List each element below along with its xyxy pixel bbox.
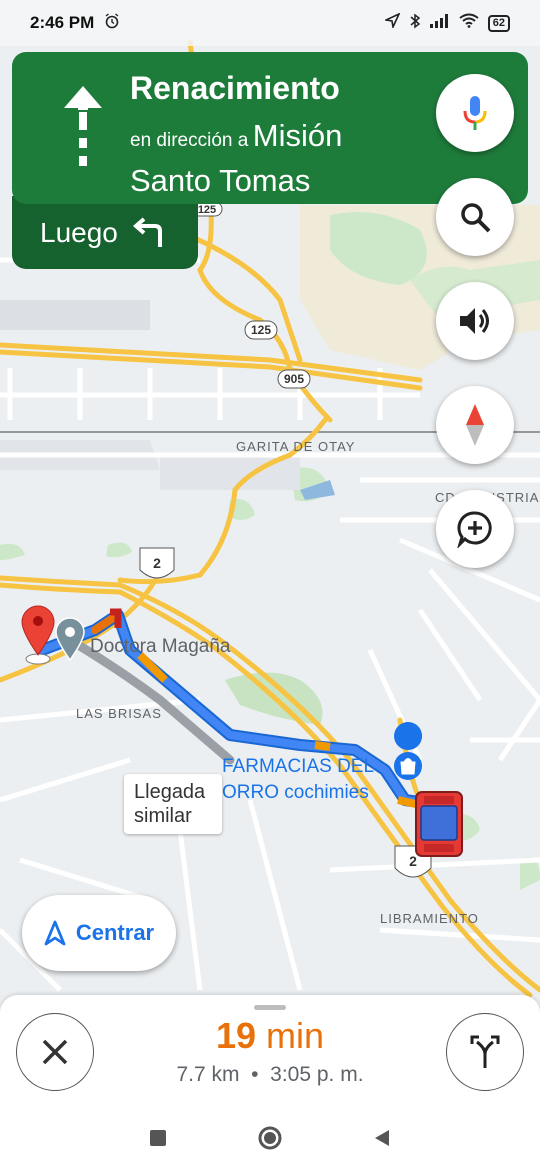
compass-icon [466, 404, 484, 446]
search-icon [461, 203, 491, 233]
then-label: Luego [40, 216, 118, 248]
back-icon[interactable] [373, 1128, 391, 1148]
sheet-drag-handle[interactable] [254, 1005, 286, 1010]
map-label-pharmacy-line2: ORRO cochimies [222, 782, 369, 803]
map-label-las-brisas: LAS BRISAS [76, 706, 162, 721]
arrival-time: 3:05 p. m. [270, 1063, 364, 1086]
shield-905: 905 [277, 369, 311, 389]
shield-2a: 2 [139, 547, 175, 579]
car-location-icon [415, 791, 463, 857]
shield-label-2b: 2 [409, 853, 417, 869]
straight-arrow-icon [64, 86, 102, 166]
battery-indicator: 62 [487, 14, 510, 32]
trip-distance: 7.7 km [176, 1063, 240, 1086]
recenter-label: Centrar [75, 920, 155, 945]
duration-unit: min [266, 1015, 325, 1056]
system-navigation-bar [0, 1105, 540, 1170]
add-report-button[interactable] [436, 490, 514, 568]
wifi-icon [459, 13, 479, 33]
home-icon[interactable] [257, 1125, 283, 1151]
map-label-garita: GARITA DE OTAY [236, 439, 355, 454]
alternate-routes-button[interactable] [446, 1013, 524, 1091]
compass-button[interactable] [436, 386, 514, 464]
turn-left-icon [132, 216, 162, 247]
location-arrow-icon [383, 12, 401, 33]
add-report-icon [457, 511, 492, 548]
alarm-icon [104, 12, 120, 34]
next-maneuver-card[interactable]: Luego [12, 196, 198, 269]
shield-125b: 125 [244, 320, 278, 340]
signal-icon [429, 13, 450, 33]
trip-summary-sheet[interactable]: 19 min 7.7 km • 3:05 p. m. [0, 995, 540, 1105]
direction-prefix: en dirección a [130, 130, 249, 151]
map-label-libramiento: LIBRAMIENTO [380, 911, 479, 926]
maneuver-direction: en dirección a Misión Santo Tomas [130, 116, 430, 206]
duration-value: 19 [215, 1015, 256, 1056]
volume-icon [460, 308, 489, 334]
alternate-routes-icon [470, 1035, 500, 1068]
search-button[interactable] [436, 178, 514, 256]
shield-label-2a: 2 [153, 555, 161, 571]
map-label-doctora: Doctora Magaña [90, 636, 231, 657]
recents-icon[interactable] [149, 1129, 167, 1147]
recenter-button[interactable]: Centrar [22, 895, 176, 971]
shield-label-905: 905 [284, 372, 304, 386]
voice-search-button[interactable] [436, 74, 514, 152]
alternate-route-tip[interactable]: Llegada similar [124, 774, 222, 834]
sound-button[interactable] [436, 282, 514, 360]
bluetooth-icon [409, 13, 421, 34]
maneuver-street: Renacimiento [130, 70, 340, 106]
route-tip-line1: Llegada [134, 781, 206, 803]
route-tip-line2: similar [134, 805, 192, 827]
shield-label-125b: 125 [251, 323, 271, 337]
map-label-pharmacy-line1: FARMACIAS DEL [222, 756, 374, 777]
trip-separator: • [251, 1063, 259, 1086]
mic-icon [463, 96, 487, 130]
status-time: 2:46 PM [30, 13, 95, 32]
status-bar: 2:46 PM 62 [0, 0, 540, 46]
navigation-arrow-icon [44, 920, 66, 946]
